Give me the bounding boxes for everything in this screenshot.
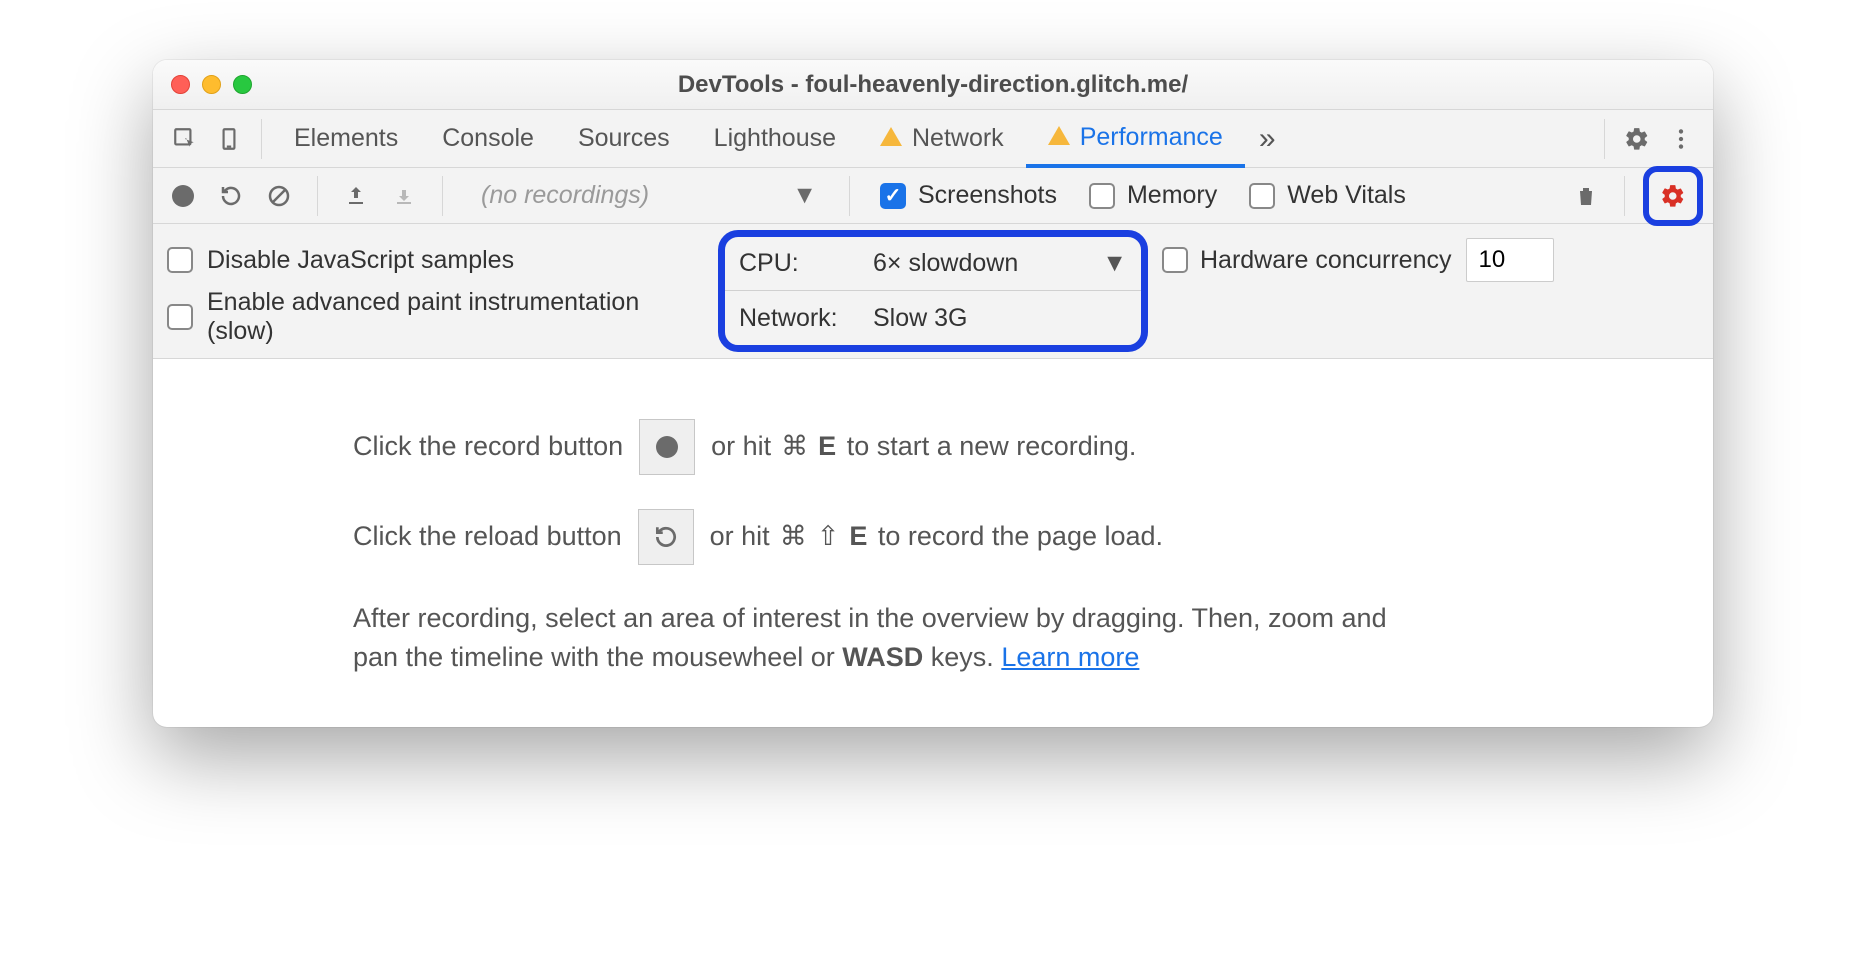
tab-label: Lighthouse [714,124,836,153]
select-value: Slow 3G [873,304,967,333]
checkbox-label: Hardware concurrency [1200,246,1452,275]
learn-more-link[interactable]: Learn more [1001,642,1139,672]
hint-text: to record the page load. [878,517,1163,556]
load-profile-button[interactable] [336,176,376,216]
hint-text-bold: WASD [842,642,923,672]
recording-select-label: (no recordings) [481,181,649,210]
devtools-window: DevTools - foul-heavenly-direction.glitc… [153,60,1713,727]
throttling-highlight: CPU: 6× slowdown ▼ Network: Slow 3G [718,230,1148,352]
network-throttle-select[interactable]: Network: Slow 3G [725,291,1141,345]
clear-button[interactable] [259,176,299,216]
hint-text: Click the reload button [353,517,622,556]
select-label: CPU: [739,249,859,278]
more-icon[interactable] [1659,117,1703,161]
record-button[interactable] [163,176,203,216]
disable-js-samples-toggle[interactable]: Disable JavaScript samples [167,232,704,288]
paint-instrumentation-toggle[interactable]: Enable advanced paint instrumentation (s… [167,288,704,346]
window-controls [171,75,252,94]
warning-icon [880,127,902,146]
kbd-key: E [849,517,868,556]
checkbox-icon [1089,183,1115,209]
tab-label: Sources [578,124,670,153]
close-window-icon[interactable] [171,75,190,94]
hardware-concurrency-toggle[interactable]: Hardware concurrency [1162,246,1452,275]
memory-toggle[interactable]: Memory [1077,181,1229,210]
tab-label: Performance [1080,123,1223,152]
hint-text: Click the record button [353,427,623,466]
tab-sources[interactable]: Sources [556,110,692,168]
kbd-cmd-icon: ⌘ [780,517,807,556]
recording-select[interactable]: (no recordings) ▼ [461,181,831,210]
select-label: Network: [739,304,859,333]
hardware-concurrency-input[interactable] [1466,238,1554,282]
kbd-key: E [818,427,837,466]
maximize-window-icon[interactable] [233,75,252,94]
checkbox-label: Enable advanced paint instrumentation (s… [207,288,647,346]
tab-label: Elements [294,124,398,153]
save-profile-button[interactable] [384,176,424,216]
window-title: DevTools - foul-heavenly-direction.glitc… [678,71,1188,99]
hint-text: or hit [711,427,771,466]
select-value: 6× slowdown [873,249,1018,278]
reload-icon-inline [638,509,694,565]
titlebar: DevTools - foul-heavenly-direction.glitc… [153,60,1713,110]
tab-performance[interactable]: Performance [1026,110,1245,168]
inspect-element-icon[interactable] [163,117,207,161]
webvitals-toggle[interactable]: Web Vitals [1237,181,1418,210]
device-toolbar-icon[interactable] [207,117,251,161]
performance-empty-state: Click the record button or hit ⌘ E to st… [153,359,1713,727]
checkbox-label: Screenshots [918,181,1057,210]
tab-label: Console [442,124,534,153]
kbd-cmd-icon: ⌘ [781,427,808,466]
checkbox-label: Web Vitals [1287,181,1406,210]
perf-toolbar: (no recordings) ▼ Screenshots Memory Web… [153,168,1713,224]
tab-network[interactable]: Network [858,110,1026,168]
chevron-down-icon: ▼ [792,181,817,210]
panel-tabs: Elements Console Sources Lighthouse Netw… [153,110,1713,168]
record-icon-inline [639,419,695,475]
checkbox-icon [1249,183,1275,209]
separator [1624,176,1625,216]
separator [849,176,850,216]
chevron-down-icon: ▼ [1102,249,1127,278]
capture-settings-panel: Disable JavaScript samples Enable advanc… [153,224,1713,359]
hint-text: keys. [923,642,1001,672]
capture-settings-icon[interactable] [1651,174,1695,218]
checkbox-icon [1162,247,1188,273]
separator [317,176,318,216]
separator [261,119,262,159]
checkbox-icon [167,247,193,273]
tab-elements[interactable]: Elements [272,110,420,168]
kbd-shift-icon: ⇧ [817,517,840,556]
checkbox-icon [167,304,193,330]
settings-icon[interactable] [1615,117,1659,161]
reload-record-button[interactable] [211,176,251,216]
gc-button[interactable] [1566,176,1606,216]
separator [442,176,443,216]
tabs-overflow[interactable]: » [1245,110,1290,168]
tab-console[interactable]: Console [420,110,556,168]
separator [1604,119,1605,159]
checkbox-icon [880,183,906,209]
checkbox-label: Memory [1127,181,1217,210]
warning-icon [1048,126,1070,145]
checkbox-label: Disable JavaScript samples [207,246,514,275]
tab-label: Network [912,124,1004,153]
hint-text: to start a new recording. [847,427,1137,466]
tab-lighthouse[interactable]: Lighthouse [692,110,858,168]
cpu-throttle-select[interactable]: CPU: 6× slowdown ▼ [725,237,1141,291]
screenshots-toggle[interactable]: Screenshots [868,181,1069,210]
minimize-window-icon[interactable] [202,75,221,94]
capture-settings-highlight [1643,166,1703,226]
hint-text: or hit [710,517,770,556]
